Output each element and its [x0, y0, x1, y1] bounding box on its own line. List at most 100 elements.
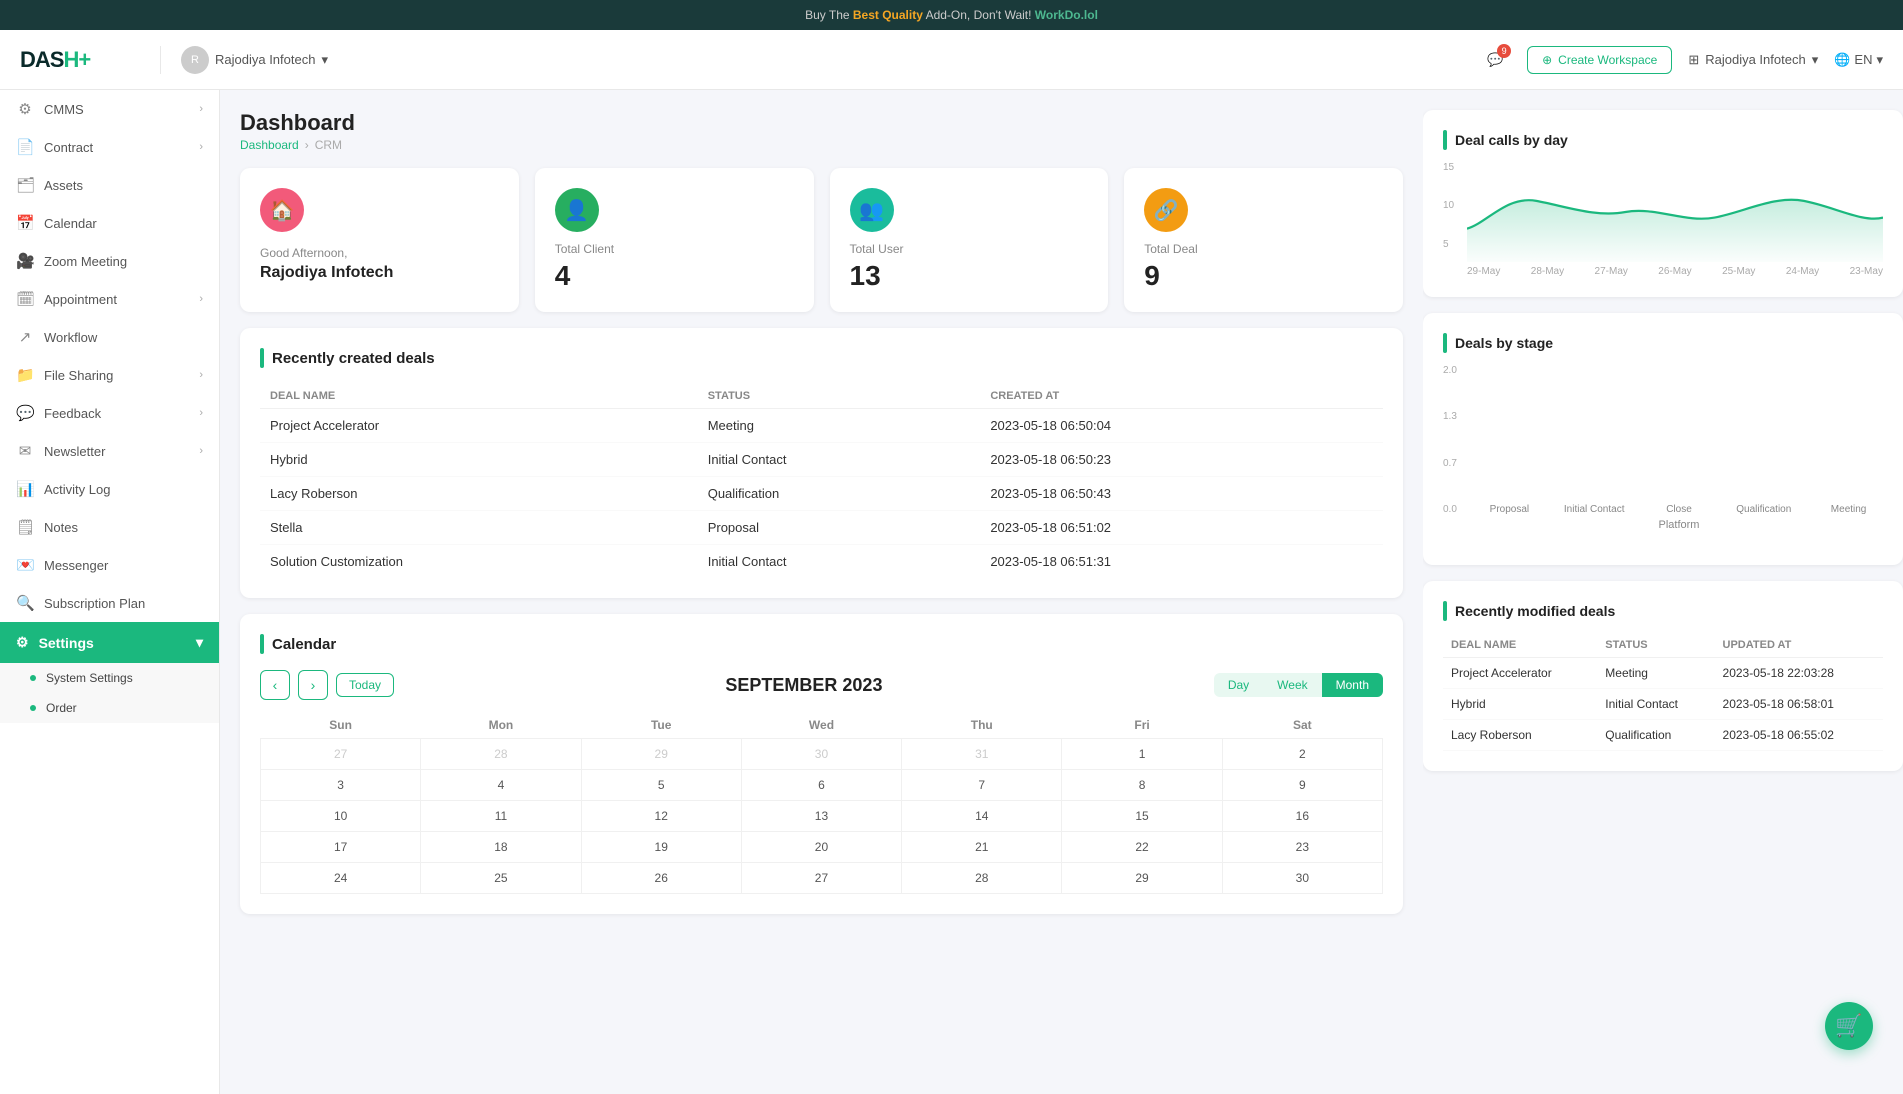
calendar-grid: Sun Mon Tue Wed Thu Fri Sat 272829303112…: [260, 712, 1383, 894]
recently-created-deals-card: Recently created deals DEAL NAME STATUS …: [240, 328, 1403, 598]
mod-deal-name: Lacy Roberson: [1443, 720, 1597, 751]
sidebar-item-assets[interactable]: 🗂 Assets: [0, 166, 219, 204]
sidebar-item-system-settings[interactable]: System Settings: [0, 663, 219, 693]
deals-by-stage-title: Deals by stage: [1443, 333, 1883, 353]
calendar-day-cell[interactable]: 22: [1062, 832, 1222, 863]
avatar: R: [181, 46, 209, 74]
calendar-day-cell[interactable]: 16: [1222, 801, 1382, 832]
stats-row: 🏠 Good Afternoon, Rajodiya Infotech 👤 To…: [240, 168, 1403, 312]
chevron-down-icon: ▾: [321, 52, 328, 68]
sidebar-item-cmms[interactable]: ⚙ CMMS ›: [0, 90, 219, 128]
calendar-day-cell[interactable]: 18: [421, 832, 581, 863]
calendar-day-cell[interactable]: 2: [1222, 739, 1382, 770]
notes-icon: 🗒: [16, 518, 34, 536]
mod-deal-name: Project Accelerator: [1443, 658, 1597, 689]
total-user-value: 13: [850, 260, 1089, 292]
calendar-day-cell[interactable]: 27: [261, 739, 421, 770]
calendar-day-cell[interactable]: 31: [902, 739, 1062, 770]
main-content: Dashboard Dashboard › CRM 🏠 Good Afterno…: [220, 90, 1423, 1094]
sidebar-item-label: Appointment: [44, 292, 117, 307]
calendar-day-cell[interactable]: 27: [741, 863, 901, 894]
calendar-day-cell[interactable]: 10: [261, 801, 421, 832]
section-accent: [260, 348, 264, 368]
sidebar-item-filesharing[interactable]: 📁 File Sharing ›: [0, 356, 219, 394]
chevron-icon: ›: [199, 103, 203, 115]
calendar-next-button[interactable]: ›: [298, 670, 328, 700]
calendar-day-cell[interactable]: 7: [902, 770, 1062, 801]
sidebar-item-order[interactable]: Order: [0, 693, 219, 723]
deals-section-header: Recently created deals: [260, 348, 1383, 368]
banner-link[interactable]: WorkDo.lol: [1035, 8, 1098, 22]
calendar-day-cell[interactable]: 14: [902, 801, 1062, 832]
create-workspace-button[interactable]: ⊕ Create Workspace: [1527, 46, 1672, 74]
calendar-week-button[interactable]: Week: [1263, 673, 1321, 697]
cal-day-wed: Wed: [741, 712, 901, 739]
calendar-month-button[interactable]: Month: [1322, 673, 1383, 697]
total-deal-value: 9: [1144, 260, 1383, 292]
workspace-selector[interactable]: R Rajodiya Infotech ▾: [160, 46, 328, 74]
cal-day-tue: Tue: [581, 712, 741, 739]
deals-table: DEAL NAME STATUS CREATED AT Project Acce…: [260, 384, 1383, 578]
fab-button[interactable]: 🛒: [1825, 1002, 1873, 1050]
sidebar-item-contract[interactable]: 📄 Contract ›: [0, 128, 219, 166]
calendar-day-cell[interactable]: 1: [1062, 739, 1222, 770]
calendar-day-cell[interactable]: 11: [421, 801, 581, 832]
sidebar-item-notes[interactable]: 🗒 Notes: [0, 508, 219, 546]
breadcrumb-sep: ›: [305, 138, 309, 152]
sidebar-item-activitylog[interactable]: 📊 Activity Log: [0, 470, 219, 508]
newsletter-icon: ✉: [16, 442, 34, 460]
calendar-day-cell[interactable]: 23: [1222, 832, 1382, 863]
calendar-day-cell[interactable]: 25: [421, 863, 581, 894]
calendar-day-cell[interactable]: 28: [902, 863, 1062, 894]
calendar-day-cell[interactable]: 12: [581, 801, 741, 832]
calendar-prev-button[interactable]: ‹: [260, 670, 290, 700]
sidebar-item-label: Contract: [44, 140, 93, 155]
settings-chevron: ▾: [196, 634, 203, 651]
total-client-card: 👤 Total Client 4: [535, 168, 814, 312]
sidebar-item-zoom[interactable]: 🎥 Zoom Meeting: [0, 242, 219, 280]
notification-button[interactable]: 💬 9: [1479, 44, 1511, 76]
calendar-day-cell[interactable]: 30: [1222, 863, 1382, 894]
banner-highlight: Best Quality: [853, 8, 923, 22]
recently-modified-title: Recently modified deals: [1443, 601, 1883, 621]
sidebar-item-subscription[interactable]: 🔍 Subscription Plan: [0, 584, 219, 622]
chevron-down-icon-lang: ▾: [1876, 52, 1883, 68]
calendar-day-cell[interactable]: 29: [581, 739, 741, 770]
calendar-day-cell[interactable]: 4: [421, 770, 581, 801]
workspace-name-button[interactable]: ⊞ Rajodiya Infotech ▾: [1688, 52, 1818, 68]
language-button[interactable]: 🌐 EN ▾: [1834, 52, 1883, 68]
calendar-day-cell[interactable]: 21: [902, 832, 1062, 863]
deal-created-cell: 2023-05-18 06:51:02: [980, 511, 1383, 545]
sidebar-item-newsletter[interactable]: ✉ Newsletter ›: [0, 432, 219, 470]
cal-day-thu: Thu: [902, 712, 1062, 739]
calendar-day-cell[interactable]: 8: [1062, 770, 1222, 801]
deal-status-cell: Meeting: [698, 409, 981, 443]
calendar-day-button[interactable]: Day: [1214, 673, 1263, 697]
sidebar-item-appointment[interactable]: 🗓 Appointment ›: [0, 280, 219, 318]
sidebar-item-workflow[interactable]: ↗ Workflow: [0, 318, 219, 356]
mod-status: Qualification: [1597, 720, 1714, 751]
sidebar-item-calendar[interactable]: 📅 Calendar: [0, 204, 219, 242]
breadcrumb-dashboard[interactable]: Dashboard: [240, 138, 299, 152]
workflow-icon: ↗: [16, 328, 34, 346]
calendar-today-button[interactable]: Today: [336, 673, 394, 697]
calendar-day-cell[interactable]: 30: [741, 739, 901, 770]
calendar-day-cell[interactable]: 17: [261, 832, 421, 863]
calendar-day-cell[interactable]: 3: [261, 770, 421, 801]
calendar-day-cell[interactable]: 9: [1222, 770, 1382, 801]
calendar-day-cell[interactable]: 5: [581, 770, 741, 801]
cal-day-mon: Mon: [421, 712, 581, 739]
activitylog-icon: 📊: [16, 480, 34, 498]
sidebar-item-messenger[interactable]: 💌 Messenger: [0, 546, 219, 584]
calendar-day-cell[interactable]: 13: [741, 801, 901, 832]
calendar-day-cell[interactable]: 6: [741, 770, 901, 801]
calendar-day-cell[interactable]: 28: [421, 739, 581, 770]
calendar-day-cell[interactable]: 19: [581, 832, 741, 863]
sidebar-item-feedback[interactable]: 💬 Feedback ›: [0, 394, 219, 432]
calendar-day-cell[interactable]: 29: [1062, 863, 1222, 894]
settings-menu[interactable]: ⚙ Settings ▾: [0, 622, 219, 663]
calendar-day-cell[interactable]: 26: [581, 863, 741, 894]
calendar-day-cell[interactable]: 15: [1062, 801, 1222, 832]
calendar-day-cell[interactable]: 24: [261, 863, 421, 894]
calendar-day-cell[interactable]: 20: [741, 832, 901, 863]
